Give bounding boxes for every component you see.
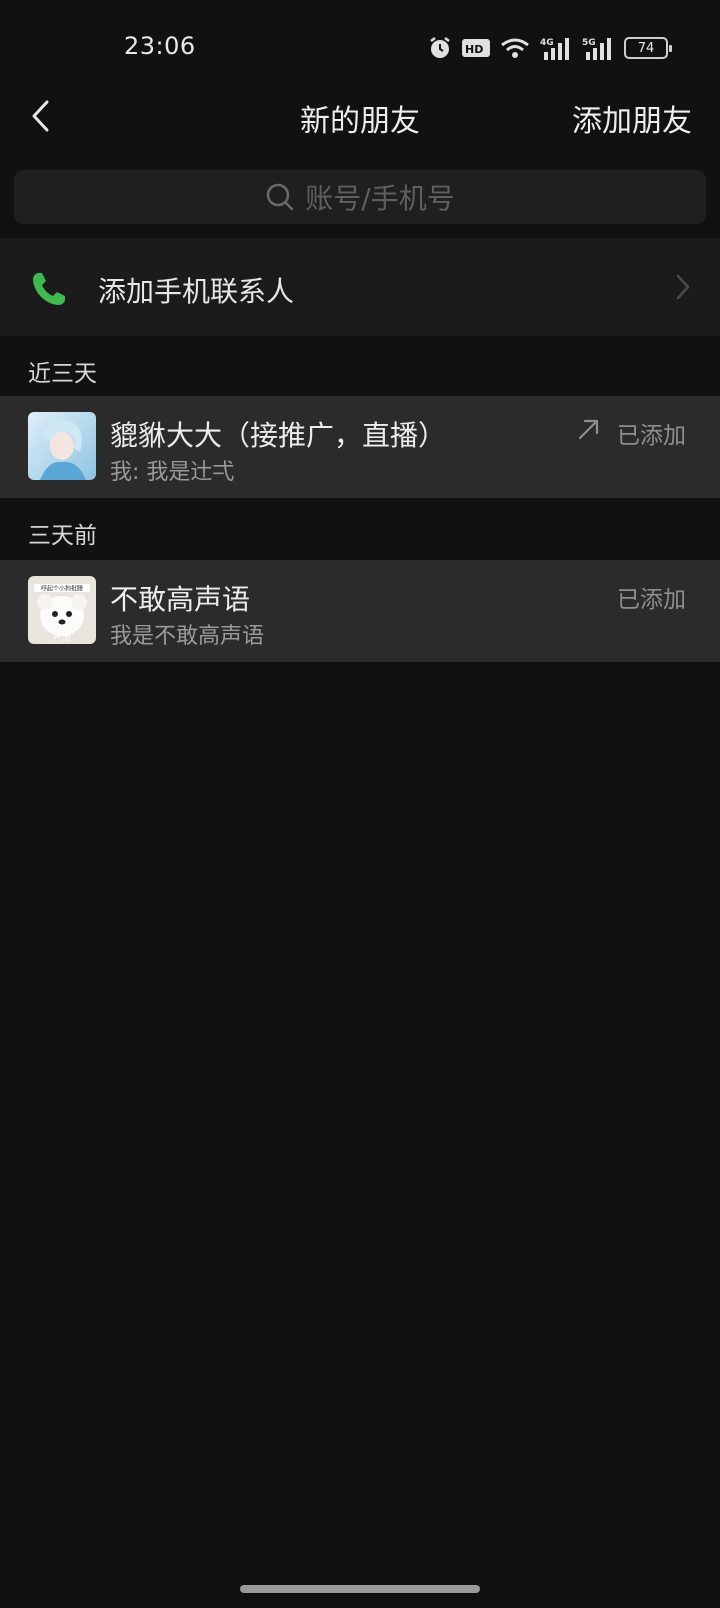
avatar — [28, 412, 96, 480]
anime-avatar-image — [28, 412, 96, 480]
status-bar: 23:06 HD 4G 5G 74 — [0, 0, 720, 96]
svg-text:4G: 4G — [540, 38, 554, 48]
list-item[interactable]: 哼起个小狗批腰 严肃 不敢高声语 我是不敢高声语 已添加 — [0, 560, 720, 662]
dog-avatar-image: 哼起个小狗批腰 严肃 — [28, 576, 96, 644]
svg-text:HD: HD — [465, 43, 483, 56]
hd-icon: HD — [462, 39, 490, 57]
chevron-right-icon — [676, 274, 690, 300]
friend-name: 不敢高声语 — [110, 583, 251, 616]
search-icon — [267, 183, 294, 211]
arrow-up-right-icon — [578, 419, 599, 440]
friend-name: 貔貅大大（接推广，直播） — [110, 419, 447, 452]
nav-bar: 新的朋友 添加朋友 — [0, 84, 720, 148]
alarm-icon — [430, 37, 450, 58]
phone-icon — [33, 273, 65, 305]
wifi-icon — [501, 38, 529, 58]
status-badge: 已添加 — [617, 423, 686, 449]
section-title: 近三天 — [28, 361, 97, 387]
search-input[interactable]: 账号/手机号 — [14, 170, 706, 224]
battery-indicator: 74 — [624, 37, 672, 59]
status-badge: 已添加 — [617, 587, 686, 613]
section-header-earlier: 三天前 — [0, 498, 720, 558]
friend-message: 我: 我是辻弌 — [110, 460, 235, 485]
add-phone-contacts-label: 添加手机联系人 — [98, 275, 295, 308]
friend-message: 我是不敢高声语 — [110, 624, 265, 649]
search-placeholder: 账号/手机号 — [305, 182, 455, 215]
status-time: 23:06 — [124, 32, 196, 60]
add-friend-button[interactable]: 添加朋友 — [572, 96, 692, 140]
avatar: 哼起个小狗批腰 严肃 — [28, 576, 96, 644]
svg-text:5G: 5G — [582, 38, 596, 48]
battery-level: 74 — [637, 40, 655, 56]
signal-5g-icon: 5G — [582, 38, 611, 60]
add-phone-contacts-row[interactable]: 添加手机联系人 — [0, 238, 720, 336]
avatar-caption-bottom: 严肃 — [53, 632, 71, 644]
section-title: 三天前 — [28, 523, 97, 549]
avatar-caption-top: 哼起个小狗批腰 — [41, 585, 83, 593]
list-item[interactable]: 貔貅大大（接推广，直播） 我: 我是辻弌 已添加 — [0, 396, 720, 498]
signal-4g-icon: 4G — [540, 38, 569, 60]
status-icons: HD 4G 5G 74 — [428, 34, 672, 62]
home-indicator[interactable] — [240, 1585, 480, 1593]
section-header-recent: 近三天 — [0, 336, 720, 396]
